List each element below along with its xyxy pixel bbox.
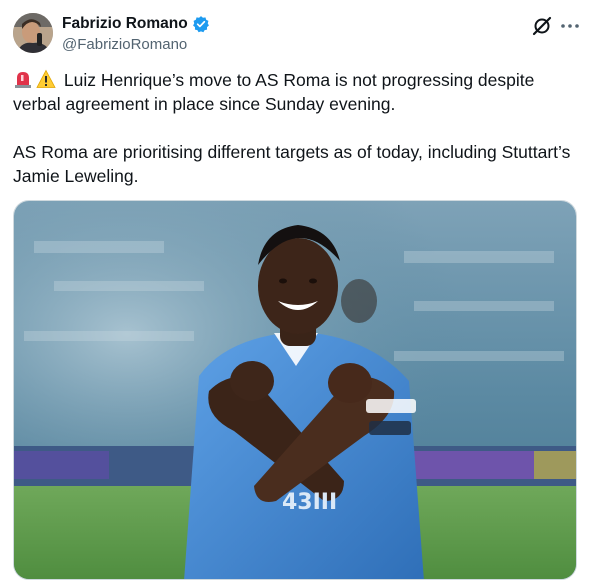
shirt-number: 43III bbox=[282, 490, 337, 515]
author-avatar[interactable] bbox=[13, 13, 53, 53]
warning-icon bbox=[36, 69, 56, 89]
tweet-card: Fabrizio Romano @FabrizioRomano Luiz Hen… bbox=[0, 0, 594, 580]
author-name-row: Fabrizio Romano bbox=[62, 14, 210, 33]
tweet-paragraph-1: Luiz Henrique’s move to AS Roma is not p… bbox=[13, 68, 583, 116]
verified-badge-icon bbox=[192, 15, 210, 33]
tweet-paragraph-2: AS Roma are prioritising different targe… bbox=[13, 142, 571, 186]
tweet-text: Luiz Henrique’s move to AS Roma is not p… bbox=[13, 68, 583, 188]
grok-icon[interactable] bbox=[531, 15, 553, 37]
author-handle[interactable]: @FabrizioRomano bbox=[62, 36, 187, 54]
tweet-photo[interactable]: 43III bbox=[13, 200, 577, 580]
rotating-light-icon bbox=[13, 69, 33, 89]
author-display-name[interactable]: Fabrizio Romano bbox=[62, 14, 188, 33]
tweet-paragraph-1-text: Luiz Henrique’s move to AS Roma is not p… bbox=[13, 70, 535, 114]
more-icon[interactable] bbox=[558, 15, 582, 37]
